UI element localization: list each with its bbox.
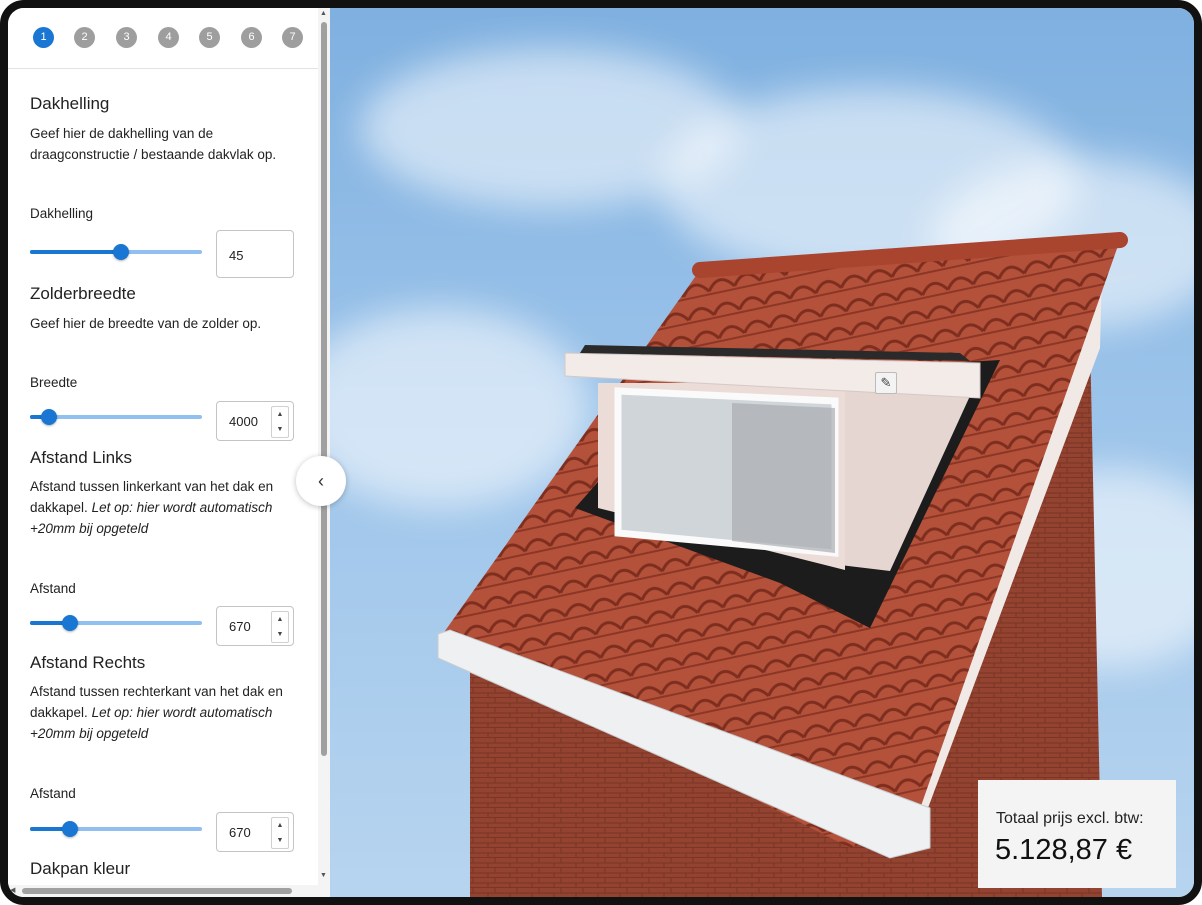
horizontal-scrollbar-thumb[interactable] <box>22 888 292 894</box>
arrow-down-icon[interactable]: ▼ <box>272 833 288 848</box>
afstand-rechts-input[interactable]: 670 ▲ ▼ <box>216 812 294 852</box>
zolderbreedte-title: Zolderbreedte <box>30 284 136 303</box>
dakpan-kleur-title: Dakpan kleur <box>30 859 131 878</box>
configurator-panel: 1 2 3 4 5 6 7 Dakhelling Geef hier de da… <box>8 8 322 897</box>
price-value: 5.128,87 € <box>995 834 1133 866</box>
arrow-down-icon[interactable]: ▼ <box>272 627 288 642</box>
slider-thumb[interactable] <box>61 821 78 837</box>
arrow-up-icon[interactable]: ▲ <box>272 407 288 422</box>
slider-thumb[interactable] <box>40 409 57 425</box>
arrow-up-icon[interactable]: ▲ <box>272 818 288 833</box>
dakhelling-title: Dakhelling <box>30 94 110 113</box>
step-4[interactable]: 4 <box>158 27 179 48</box>
dakhelling-label: Dakhelling <box>30 206 94 221</box>
step-1[interactable]: 1 <box>33 27 54 48</box>
afstand-links-title: Afstand Links <box>30 448 133 467</box>
breedte-value: 4000 <box>229 414 258 429</box>
afstand-links-spinner[interactable]: ▲ ▼ <box>271 611 289 643</box>
step-2[interactable]: 2 <box>74 27 95 48</box>
step-5[interactable]: 5 <box>199 27 220 48</box>
app-frame: 1 2 3 4 5 6 7 Dakhelling Geef hier de da… <box>0 0 1202 905</box>
afstand-rechts-slider[interactable] <box>30 818 202 840</box>
afstand-rechts-title: Afstand Rechts <box>30 653 146 672</box>
arrow-down-icon[interactable]: ▼ <box>272 422 288 437</box>
dakhelling-value: 45 <box>229 248 244 263</box>
breedte-slider[interactable] <box>30 406 202 428</box>
breedte-input[interactable]: 4000 ▲ ▼ <box>216 401 294 441</box>
breedte-spinner[interactable]: ▲ ▼ <box>271 406 289 438</box>
dakhelling-description: Geef hier de dakhelling van de draagcons… <box>30 126 277 162</box>
scroll-up-icon[interactable]: ▲ <box>320 10 327 17</box>
arrow-up-icon[interactable]: ▲ <box>272 612 288 627</box>
dakhelling-slider[interactable] <box>30 241 202 263</box>
afstand-links-value: 670 <box>229 619 251 634</box>
afstand-rechts-value: 670 <box>229 825 251 840</box>
step-6[interactable]: 6 <box>241 27 262 48</box>
vertical-scrollbar[interactable]: ▲ ▼ <box>318 8 330 897</box>
afstand-links-slider[interactable] <box>30 612 202 634</box>
step-3[interactable]: 3 <box>116 27 137 48</box>
vertical-scrollbar-thumb[interactable] <box>321 22 327 756</box>
dakhelling-input[interactable]: 45 <box>216 230 294 278</box>
slider-track <box>30 250 122 254</box>
window-reflection <box>732 403 835 553</box>
afstand-rechts-description: Afstand tussen rechterkant van het dak e… <box>30 681 300 744</box>
slider-thumb[interactable] <box>61 615 78 631</box>
zolderbreedte-description: Geef hier de breedte van de zolder op. <box>30 316 262 331</box>
pencil-icon[interactable]: ✎ <box>875 372 897 394</box>
step-7[interactable]: 7 <box>282 27 303 48</box>
afstand-links-label: Afstand <box>30 581 76 596</box>
step-indicator: 1 2 3 4 5 6 7 <box>8 8 322 69</box>
chevron-left-icon[interactable]: ‹ <box>296 456 346 506</box>
afstand-links-description: Afstand tussen linkerkant van het dak en… <box>30 476 300 539</box>
price-panel: Totaal prijs excl. btw: 5.128,87 € <box>978 780 1176 888</box>
afstand-rechts-spinner[interactable]: ▲ ▼ <box>271 817 289 849</box>
breedte-label: Breedte <box>30 375 78 390</box>
price-label: Totaal prijs excl. btw: <box>996 810 1144 827</box>
scroll-left-icon[interactable]: ◀ <box>10 886 15 894</box>
afstand-rechts-label: Afstand <box>30 786 76 801</box>
horizontal-scrollbar[interactable]: ◀ <box>8 885 318 897</box>
3d-viewer[interactable]: ✎ <box>330 8 1194 897</box>
scroll-down-icon[interactable]: ▼ <box>320 872 327 879</box>
slider-thumb[interactable] <box>113 244 130 260</box>
house-model <box>437 232 1128 897</box>
afstand-links-input[interactable]: 670 ▲ ▼ <box>216 606 294 646</box>
